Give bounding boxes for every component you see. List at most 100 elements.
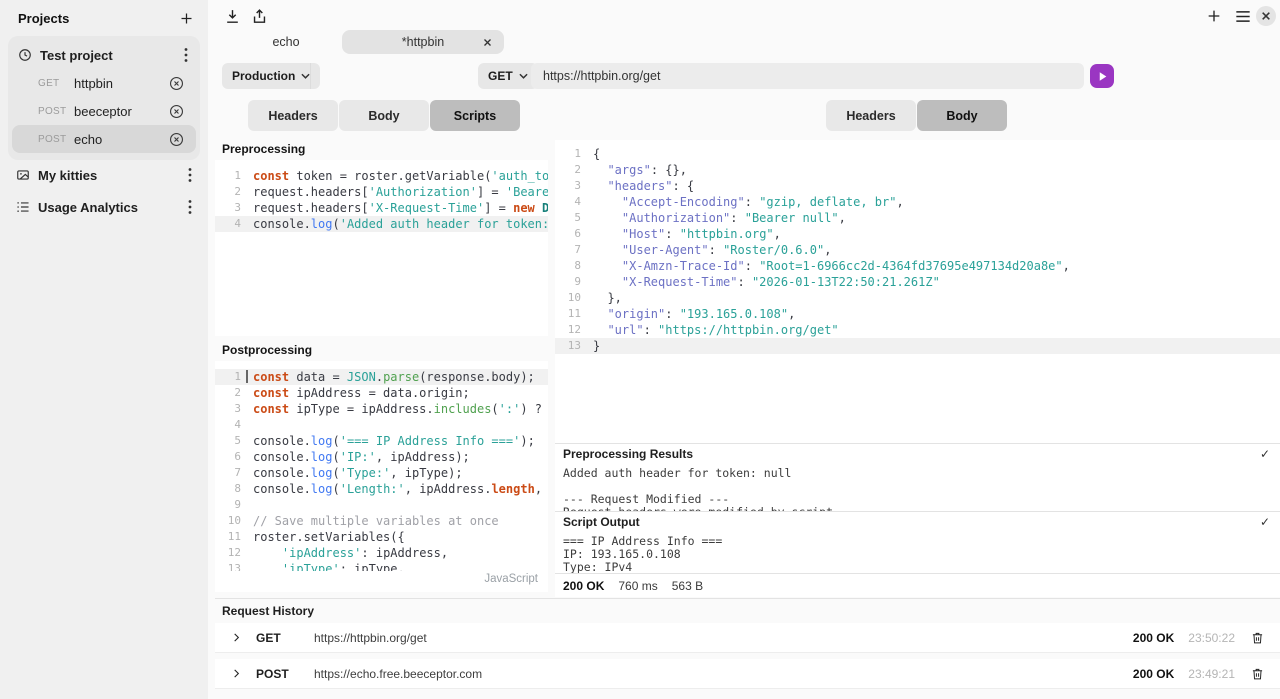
- expand-history-button[interactable]: [229, 630, 244, 645]
- environment-label: Production: [232, 69, 295, 83]
- code-line: 13}: [555, 338, 1280, 354]
- chevron-down-icon: [301, 73, 310, 79]
- code-line: 6 "Host": "httpbin.org",: [555, 226, 1280, 242]
- project-name: Test project: [40, 48, 182, 63]
- history-url: https://httpbin.org/get: [314, 631, 1133, 645]
- request-name: echo: [74, 132, 167, 147]
- line-number: 4: [215, 216, 241, 232]
- send-button[interactable]: [1090, 64, 1114, 88]
- status-code: 200 OK: [563, 579, 604, 593]
- menu-button[interactable]: [1233, 8, 1253, 25]
- sidebar-item-my-kitties[interactable]: My kitties: [0, 162, 208, 188]
- usage-analytics-menu-button[interactable]: [186, 197, 194, 217]
- export-button[interactable]: [249, 6, 270, 27]
- request-history: Request History GEThttps://httpbin.org/g…: [215, 598, 1280, 695]
- remove-request-button[interactable]: [167, 102, 186, 121]
- method-selector[interactable]: GET: [478, 63, 538, 89]
- request-tab-body[interactable]: Body: [339, 100, 429, 131]
- line-number: 3: [215, 200, 241, 216]
- code-line: 9 "X-Request-Time": "2026-01-13T22:50:21…: [555, 274, 1280, 290]
- code-line: 3const ipType = ipAddress.includes(':') …: [215, 401, 548, 417]
- line-number: 2: [215, 184, 241, 200]
- import-button[interactable]: [222, 6, 243, 27]
- remove-request-button[interactable]: [167, 130, 186, 149]
- response-status-bar: 200 OK 760 ms 563 B: [555, 573, 1280, 597]
- code-line: 11 "origin": "193.165.0.108",: [555, 306, 1280, 322]
- sidebar-item-usage-analytics[interactable]: Usage Analytics: [0, 194, 208, 220]
- upload-icon: [251, 8, 268, 25]
- close-icon: [483, 38, 492, 47]
- project-card: Test project GEThttpbinPOSTbeeceptorPOST…: [8, 36, 200, 160]
- line-number: 6: [555, 226, 581, 242]
- sidebar-request-echo[interactable]: POSTecho: [12, 125, 196, 153]
- response-tab-body[interactable]: Body: [917, 100, 1007, 131]
- response-body-viewer[interactable]: 1{2 "args": {},3 "headers": {4 "Accept-E…: [555, 140, 1280, 443]
- script-output-content[interactable]: === IP Address Info === IP: 193.165.0.10…: [555, 531, 1280, 573]
- code-line: 8 "X-Amzn-Trace-Id": "Root=1-6966cc2d-43…: [555, 258, 1280, 274]
- code-line: 9: [215, 497, 548, 513]
- close-window-button[interactable]: [1256, 6, 1276, 26]
- kebab-icon: [184, 47, 188, 63]
- preprocessing-editor[interactable]: 1const token = roster.getVariable('auth_…: [215, 160, 548, 336]
- document-tab-httpbin[interactable]: *httpbin: [342, 30, 504, 54]
- hamburger-icon: [1235, 10, 1251, 23]
- url-input[interactable]: [531, 63, 1084, 89]
- request-name: httpbin: [74, 76, 167, 91]
- response-size: 563 B: [672, 579, 703, 593]
- line-number: 12: [215, 545, 241, 561]
- preprocessing-results-content[interactable]: Added auth header for token: null --- Re…: [555, 463, 1280, 511]
- code-line: 2 "args": {},: [555, 162, 1280, 178]
- delete-history-button[interactable]: [1249, 665, 1266, 683]
- preprocessing-results-title: Preprocessing Results: [563, 447, 693, 461]
- new-tab-button[interactable]: [1204, 6, 1224, 26]
- line-number: 13: [215, 561, 241, 571]
- sidebar: Projects Test project GEThttpbinPOSTbeec…: [0, 0, 208, 699]
- line-number: 2: [215, 385, 241, 401]
- code-line: 4 "Accept-Encoding": "gzip, deflate, br"…: [555, 194, 1280, 210]
- method-tag: POST: [38, 106, 74, 117]
- expand-history-button[interactable]: [229, 666, 244, 681]
- environment-selector[interactable]: Production: [222, 63, 320, 89]
- code-line: 5 "Authorization": "Bearer null",: [555, 210, 1280, 226]
- code-line: 3request.headers['X-Request-Time'] = new…: [215, 200, 548, 216]
- sidebar-request-beeceptor[interactable]: POSTbeeceptor: [12, 97, 196, 125]
- remove-request-icon: [169, 132, 184, 147]
- close-tab-button[interactable]: [481, 36, 494, 49]
- history-row[interactable]: GEThttps://httpbin.org/get200 OK23:50:22: [215, 623, 1280, 653]
- line-number: 9: [555, 274, 581, 290]
- code-line: 11roster.setVariables({: [215, 529, 548, 545]
- line-number: 10: [215, 513, 241, 529]
- code-line: 7 "User-Agent": "Roster/0.6.0",: [555, 242, 1280, 258]
- code-line: 12 'ipAddress': ipAddress,: [215, 545, 548, 561]
- success-check-icon: ✓: [1260, 447, 1270, 461]
- request-tab-scripts[interactable]: Scripts: [430, 100, 520, 131]
- history-method: GET: [256, 631, 300, 645]
- code-line: 7console.log('Type:', ipType);: [215, 465, 548, 481]
- line-number: 13: [555, 338, 581, 354]
- request-tab-headers[interactable]: Headers: [248, 100, 338, 131]
- line-number: 5: [555, 210, 581, 226]
- response-duration: 760 ms: [618, 579, 657, 593]
- project-header[interactable]: Test project: [8, 41, 200, 69]
- sidebar-item-label: Usage Analytics: [38, 200, 186, 215]
- remove-request-button[interactable]: [167, 74, 186, 93]
- document-tab-echo[interactable]: echo: [238, 30, 334, 54]
- my-kitties-menu-button[interactable]: [186, 165, 194, 185]
- code-line: 10 },: [555, 290, 1280, 306]
- chevron-right-icon: [231, 632, 242, 643]
- script-output-header[interactable]: Script Output ✓: [555, 511, 1280, 531]
- add-project-button[interactable]: [177, 9, 196, 28]
- delete-history-button[interactable]: [1249, 629, 1266, 647]
- code-line: 13 'ipType': ipType,: [215, 561, 548, 571]
- project-menu-button[interactable]: [182, 45, 190, 65]
- sidebar-request-httpbin[interactable]: GEThttpbin: [12, 69, 196, 97]
- history-row[interactable]: POSThttps://echo.free.beeceptor.com200 O…: [215, 659, 1280, 689]
- postprocessing-label: Postprocessing: [222, 343, 312, 357]
- postprocessing-editor[interactable]: 1const data = JSON.parse(response.body);…: [215, 361, 548, 592]
- response-panel: 1{2 "args": {},3 "headers": {4 "Accept-E…: [555, 140, 1280, 597]
- preprocessing-results-header[interactable]: Preprocessing Results ✓: [555, 443, 1280, 463]
- code-line: 2request.headers['Authorization'] = 'Bea…: [215, 184, 548, 200]
- project-request-list: GEThttpbinPOSTbeeceptorPOSTecho: [8, 69, 200, 153]
- response-tab-headers[interactable]: Headers: [826, 100, 916, 131]
- line-number: 7: [215, 465, 241, 481]
